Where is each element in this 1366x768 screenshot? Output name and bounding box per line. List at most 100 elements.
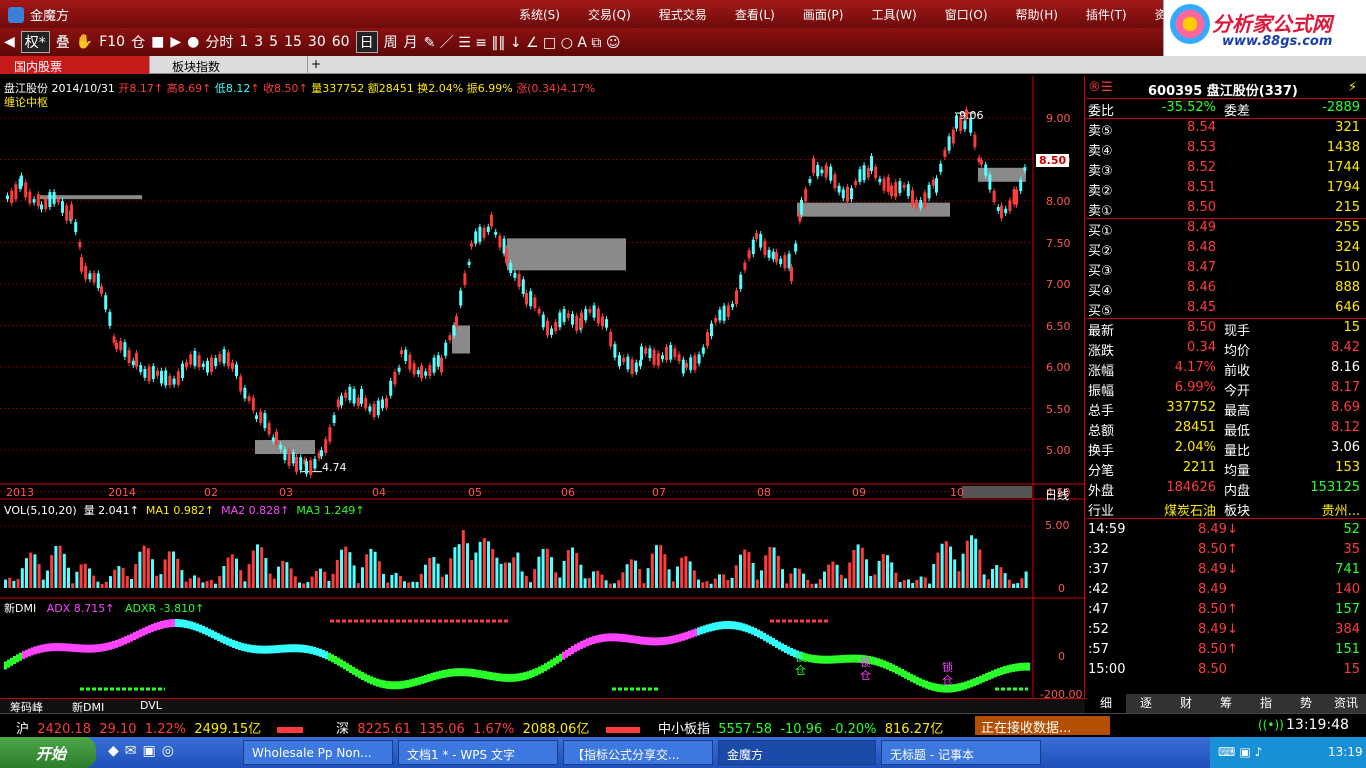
volume-bar [419, 573, 423, 588]
sell-row[interactable]: 卖⑤ 8.54 321 [1086, 118, 1366, 139]
stat-label2: 均量 [1224, 464, 1251, 479]
tab-sector-index[interactable]: 板块指数 [158, 56, 308, 74]
volume-bar [638, 569, 642, 588]
index-sh[interactable]: 沪 2420.18 29.10 1.22% 2499.15亿 [16, 718, 304, 737]
stat-row: 总手 337752 最高 8.69 [1086, 398, 1366, 419]
add-tab-button[interactable]: + [305, 56, 329, 74]
dmi-segment [148, 625, 151, 634]
dmi-segment [760, 631, 763, 640]
buy-row[interactable]: 买④ 8.46 888 [1086, 278, 1366, 299]
period-week[interactable]: 周 [384, 32, 398, 52]
dmi-segment [994, 669, 997, 678]
date-axis-label: 09 [852, 486, 866, 499]
candle-body [474, 231, 478, 244]
period-month[interactable]: 月 [404, 32, 418, 52]
tray-icons[interactable]: ⌨▣♪ [1218, 745, 1266, 759]
chart-area[interactable]: 盘江股份 2014/10/31 开8.17↑ 高8.69↑ 低8.12↑ 收8.… [0, 76, 1085, 714]
period-minute[interactable]: 分时 [205, 32, 233, 52]
candle-body [393, 371, 397, 385]
back-icon[interactable]: ◀ [4, 34, 15, 50]
tab-trend[interactable]: 势 [1286, 694, 1326, 713]
dmi-segment [532, 669, 535, 678]
menu-view[interactable]: 查看(L) [721, 6, 789, 23]
buy-row[interactable]: 买⑤ 8.45 646 [1086, 298, 1366, 319]
stat-label: 总手 [1088, 404, 1115, 419]
buy-row[interactable]: 买② 8.48 324 [1086, 238, 1366, 259]
candle-body [673, 348, 677, 358]
buy-row[interactable]: 买① 8.49 255 [1086, 218, 1366, 239]
tab-chips[interactable]: 筹 [1206, 694, 1246, 713]
sell-row[interactable]: 卖① 8.50 215 [1086, 198, 1366, 219]
buy-level: 买⑤ [1088, 304, 1113, 319]
start-button[interactable]: 开始 [0, 737, 96, 768]
dmi-segment [652, 637, 655, 646]
period-5[interactable]: 5 [269, 34, 278, 50]
period-3[interactable]: 3 [254, 34, 263, 50]
task-forum[interactable]: 【指标公式分享交... [563, 740, 713, 765]
menu-system[interactable]: 系统(S) [505, 6, 574, 23]
buy-volume: 324 [1335, 240, 1360, 255]
position-button[interactable]: 仓 [131, 32, 145, 52]
rights-select[interactable]: 权* [20, 31, 50, 53]
volume-bar [41, 579, 45, 588]
tab-domestic-stocks[interactable]: 国内股票 [0, 56, 150, 74]
volume-bar [302, 583, 306, 588]
menu-tools[interactable]: 工具(W) [857, 6, 930, 23]
quicklaunch-icons[interactable]: ◆✉▣◎ [108, 743, 180, 759]
draw-tools-icon[interactable]: ✎ ／ ☰ ≡ ‖‖ ↓ ∠ □ ○ A ⧉ ☺ [424, 32, 621, 52]
candle-body [309, 460, 313, 475]
candle-body [722, 305, 726, 321]
task-notepad[interactable]: 无标题 - 记事本 [881, 740, 1041, 765]
menu-trade[interactable]: 交易(Q) [574, 6, 645, 23]
lock-icon[interactable]: ■ [151, 34, 164, 50]
lightning-icon[interactable]: ⚡ [1348, 80, 1357, 95]
candle-body [328, 427, 332, 442]
volume-bar [310, 576, 314, 588]
hand-icon[interactable]: ✋ [76, 34, 93, 50]
menu-plugins[interactable]: 插件(T) [1072, 6, 1141, 23]
tab-index[interactable]: 指 [1246, 694, 1286, 713]
dmi-segment [1024, 662, 1027, 671]
task-jinmofang[interactable]: 金魔方 [718, 740, 876, 765]
menu-program-trade[interactable]: 程式交易 [645, 6, 721, 23]
period-day[interactable]: 日 [355, 31, 378, 53]
tab-dvl[interactable]: DVL [140, 699, 162, 712]
sell-row[interactable]: 卖④ 8.53 1438 [1086, 138, 1366, 159]
tab-tick[interactable]: 逐 [1126, 694, 1166, 713]
volume-bar [625, 564, 629, 588]
toolbar: ◀ 权* 叠 ✋ F10 仓 ■ ▶ ● 分时 1 3 5 15 30 60 日… [0, 28, 1163, 56]
period-1[interactable]: 1 [239, 34, 248, 50]
sell-level: 卖③ [1088, 164, 1113, 179]
f10-button[interactable]: F10 [99, 34, 125, 50]
candle-body [440, 357, 443, 373]
buy-row[interactable]: 买③ 8.47 510 [1086, 258, 1366, 279]
volume-bar [659, 545, 663, 588]
candle-body [533, 297, 537, 309]
period-15[interactable]: 15 [284, 34, 302, 50]
period-60[interactable]: 60 [332, 34, 350, 50]
sell-row[interactable]: 卖③ 8.52 1744 [1086, 158, 1366, 179]
play-icon[interactable]: ▶ [170, 34, 181, 50]
volume-bar [734, 565, 738, 588]
tab-finance[interactable]: 财 [1166, 694, 1206, 713]
period-30[interactable]: 30 [308, 34, 326, 50]
overlay-button[interactable]: 叠 [56, 32, 70, 52]
menu-window[interactable]: 窗口(O) [931, 6, 1002, 23]
index-sz[interactable]: 深 8225.61 135.06 1.67% 2088.06亿 [336, 718, 640, 737]
menu-screen[interactable]: 画面(P) [789, 6, 858, 23]
stat-label2: 前收 [1224, 364, 1251, 379]
menu-help[interactable]: 帮助(H) [1002, 6, 1072, 23]
tab-detail[interactable]: 细 [1086, 694, 1126, 713]
task-wps[interactable]: 文档1 * - WPS 文字 [398, 740, 558, 765]
sell-row[interactable]: 卖② 8.51 1794 [1086, 178, 1366, 199]
candle-body [467, 261, 471, 266]
stat-row: 换手 2.04% 量比 3.06 [1086, 438, 1366, 459]
task-wholesale[interactable]: Wholesale Pp Non... [243, 740, 393, 765]
candle-body [693, 355, 697, 371]
dmi-segment [367, 675, 370, 684]
info-icon[interactable]: ● [187, 34, 199, 50]
volume-bar [293, 576, 297, 588]
index-sme[interactable]: 中小板指 5557.58 -10.96 -0.20% 816.27亿 [658, 718, 943, 737]
tab-news[interactable]: 资讯 [1326, 694, 1366, 713]
volume-bar [902, 580, 906, 588]
